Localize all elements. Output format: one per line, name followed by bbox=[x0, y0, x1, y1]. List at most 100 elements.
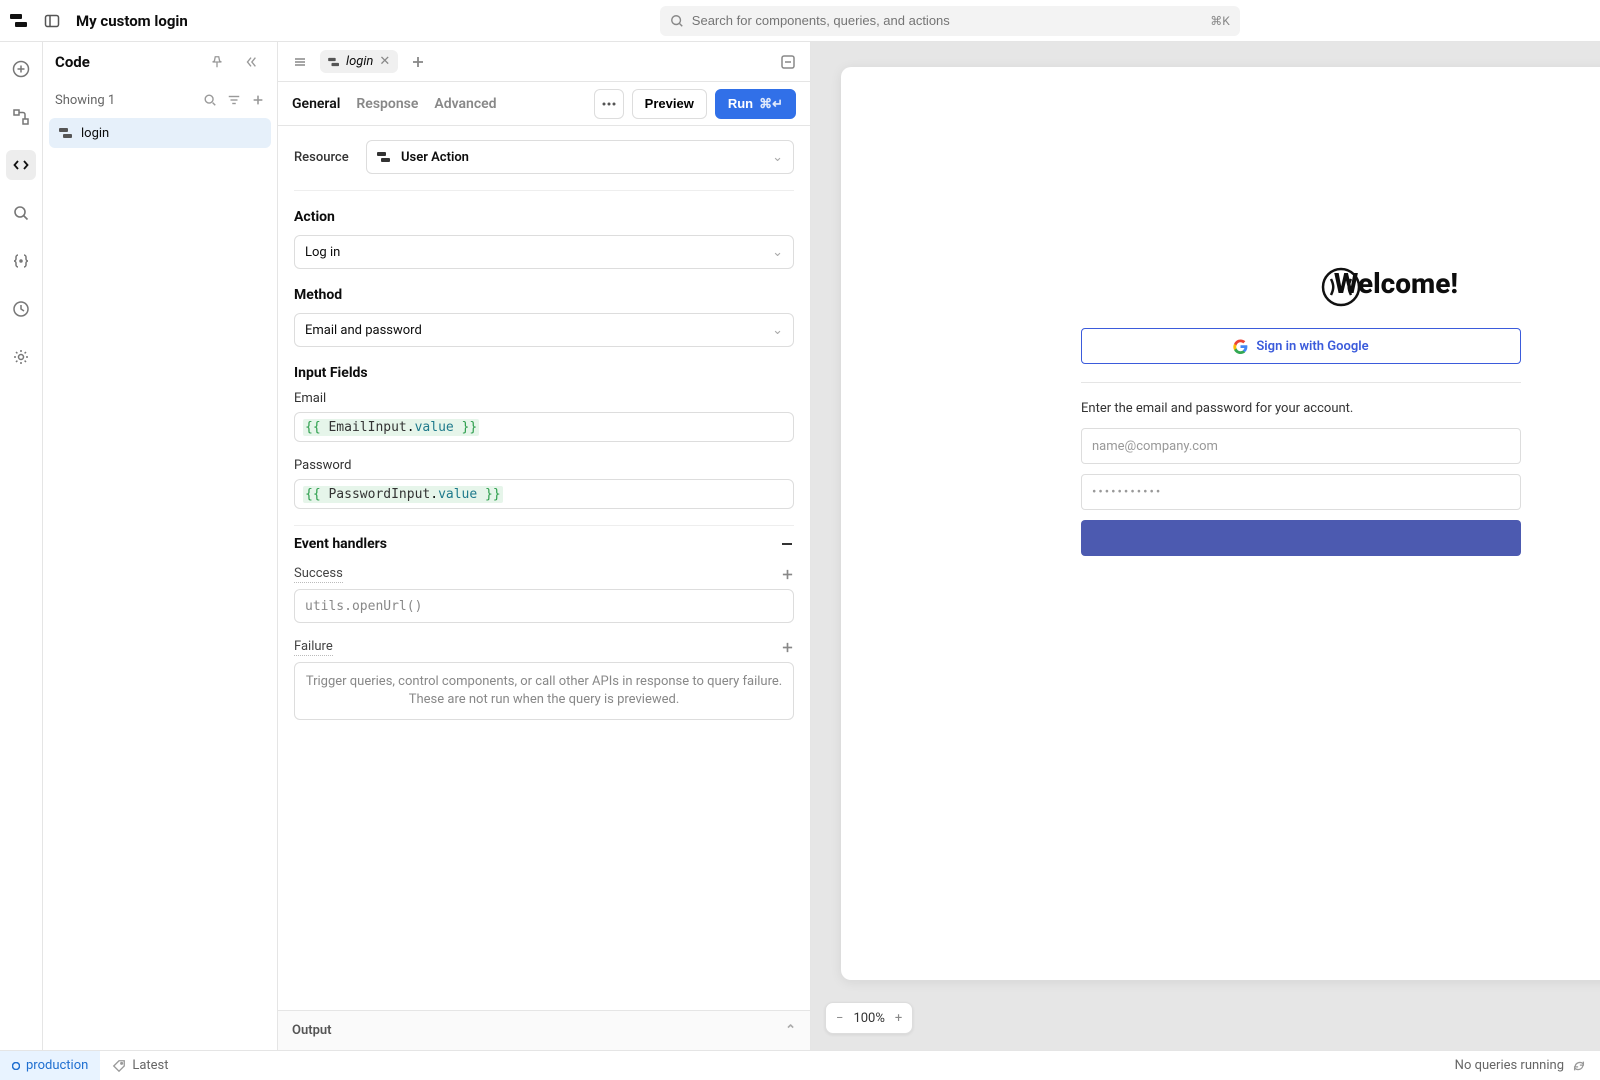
chevron-up-icon: ⌃ bbox=[785, 1023, 796, 1038]
env-dot-icon bbox=[12, 1062, 20, 1070]
topbar-left: My custom login bbox=[10, 7, 188, 35]
chevron-down-icon: ⌄ bbox=[772, 245, 783, 260]
editor-body: Resource User Action ⌄ Action Log in ⌄ M… bbox=[278, 126, 810, 1010]
rail-code-icon[interactable] bbox=[6, 150, 36, 180]
code-list: login bbox=[43, 118, 277, 148]
zoom-value: 100% bbox=[853, 1011, 884, 1026]
login-hint: Enter the email and password for your ac… bbox=[1081, 401, 1521, 416]
editor-tabs: login ✕ bbox=[278, 42, 810, 82]
code-add-icon[interactable] bbox=[251, 93, 265, 107]
editor-tab-login[interactable]: login ✕ bbox=[320, 50, 398, 73]
action-value: Log in bbox=[305, 245, 340, 260]
rail-tree-icon[interactable] bbox=[6, 102, 36, 132]
code-item-label: login bbox=[81, 126, 109, 141]
rail-settings-icon[interactable] bbox=[6, 342, 36, 372]
run-button[interactable]: Run⌘↵ bbox=[715, 89, 796, 119]
rail-add-icon[interactable] bbox=[6, 54, 36, 84]
subtab-response[interactable]: Response bbox=[356, 96, 418, 112]
search-kbd: ⌘K bbox=[1210, 14, 1230, 28]
email-expression-input[interactable]: {{ EmailInput.value }} bbox=[294, 412, 794, 442]
canvas: Welcome! Sign in with Google Enter the e… bbox=[811, 42, 1600, 1050]
panel-toggle-icon[interactable] bbox=[38, 7, 66, 35]
env-badge[interactable]: production bbox=[0, 1051, 100, 1080]
showing-count: Showing 1 bbox=[55, 93, 115, 108]
query-icon bbox=[59, 127, 73, 139]
code-search-icon[interactable] bbox=[203, 93, 217, 107]
zoom-in-icon[interactable]: + bbox=[895, 1011, 902, 1026]
resource-icon bbox=[377, 151, 391, 163]
method-label: Method bbox=[294, 287, 794, 303]
chevron-down-icon: ⌄ bbox=[772, 323, 783, 338]
code-panel-title: Code bbox=[55, 53, 90, 71]
resource-label: Resource bbox=[294, 150, 356, 165]
global-search[interactable]: ⌘K bbox=[660, 6, 1240, 36]
statusbar: production Latest No queries running bbox=[0, 1050, 1600, 1080]
action-select[interactable]: Log in ⌄ bbox=[294, 235, 794, 269]
divider bbox=[1081, 382, 1521, 383]
password-label: Password bbox=[294, 458, 794, 473]
query-icon bbox=[328, 57, 340, 67]
code-item-login[interactable]: login bbox=[49, 118, 271, 148]
collapse-event-handlers-icon[interactable] bbox=[780, 537, 794, 551]
editor-tab-label: login bbox=[346, 54, 373, 69]
zoom-out-icon[interactable]: − bbox=[836, 1011, 843, 1026]
tag-icon bbox=[112, 1059, 126, 1073]
success-handler-input[interactable]: utils.openUrl() bbox=[294, 589, 794, 623]
code-panel-sub: Showing 1 bbox=[43, 82, 277, 118]
tabs-menu-icon[interactable] bbox=[286, 48, 314, 76]
preview-button[interactable]: Preview bbox=[632, 89, 707, 119]
app-title: My custom login bbox=[76, 12, 188, 30]
success-label: Success bbox=[294, 566, 343, 583]
event-handlers-header: Event handlers bbox=[294, 525, 794, 552]
app-logo-icon bbox=[10, 12, 28, 30]
rail-data-icon[interactable] bbox=[6, 246, 36, 276]
add-success-handler-icon[interactable] bbox=[781, 568, 794, 581]
email-label: Email bbox=[294, 391, 794, 406]
subtab-advanced[interactable]: Advanced bbox=[434, 96, 496, 112]
output-bar[interactable]: Output ⌃ bbox=[278, 1010, 810, 1050]
preview-logo-icon bbox=[1321, 267, 1361, 307]
preview-frame: Welcome! Sign in with Google Enter the e… bbox=[841, 67, 1600, 980]
collapse-editor-icon[interactable] bbox=[774, 48, 802, 76]
chevron-down-icon: ⌄ bbox=[772, 150, 783, 165]
refresh-icon[interactable] bbox=[1572, 1059, 1586, 1073]
zoom-control: − 100% + bbox=[825, 1002, 913, 1034]
close-tab-icon[interactable]: ✕ bbox=[379, 54, 390, 69]
code-panel: Code Showing 1 login bbox=[43, 42, 278, 1050]
rail-history-icon[interactable] bbox=[6, 294, 36, 324]
add-tab-icon[interactable] bbox=[404, 48, 432, 76]
pin-icon[interactable] bbox=[203, 48, 231, 76]
preview-email-input[interactable]: name@company.com bbox=[1081, 428, 1521, 464]
topbar: My custom login ⌘K bbox=[0, 0, 1600, 42]
output-label: Output bbox=[292, 1023, 332, 1038]
action-label: Action bbox=[294, 209, 794, 225]
collapse-left-icon[interactable] bbox=[237, 48, 265, 76]
left-rail bbox=[0, 42, 43, 1050]
password-expression-input[interactable]: {{ PasswordInput.value }} bbox=[294, 479, 794, 509]
method-select[interactable]: Email and password ⌄ bbox=[294, 313, 794, 347]
editor-subtabs: General Response Advanced Preview Run⌘↵ bbox=[278, 82, 810, 126]
google-signin-button[interactable]: Sign in with Google bbox=[1081, 328, 1521, 364]
search-input[interactable] bbox=[692, 13, 1202, 28]
resource-value: User Action bbox=[401, 150, 469, 165]
subtab-general[interactable]: General bbox=[292, 96, 340, 112]
failure-label: Failure bbox=[294, 639, 333, 656]
code-filter-icon[interactable] bbox=[227, 93, 241, 107]
event-handlers-label: Event handlers bbox=[294, 536, 387, 552]
preview-signin-button[interactable] bbox=[1081, 520, 1521, 556]
failure-handler-placeholder[interactable]: Trigger queries, control components, or … bbox=[294, 662, 794, 720]
preview-password-input[interactable]: ••••••••••• bbox=[1081, 474, 1521, 510]
query-status: No queries running bbox=[1441, 1058, 1600, 1073]
google-icon bbox=[1233, 339, 1248, 354]
more-actions-button[interactable] bbox=[594, 89, 624, 119]
method-value: Email and password bbox=[305, 323, 422, 338]
input-fields-label: Input Fields bbox=[294, 365, 794, 381]
version-latest[interactable]: Latest bbox=[100, 1058, 180, 1073]
welcome-heading: Welcome! bbox=[1271, 267, 1521, 300]
resource-select[interactable]: User Action ⌄ bbox=[366, 140, 794, 174]
editor-panel: login ✕ General Response Advanced Previe… bbox=[278, 42, 811, 1050]
search-icon bbox=[670, 14, 684, 28]
rail-search-icon[interactable] bbox=[6, 198, 36, 228]
add-failure-handler-icon[interactable] bbox=[781, 641, 794, 654]
code-panel-header: Code bbox=[43, 42, 277, 82]
